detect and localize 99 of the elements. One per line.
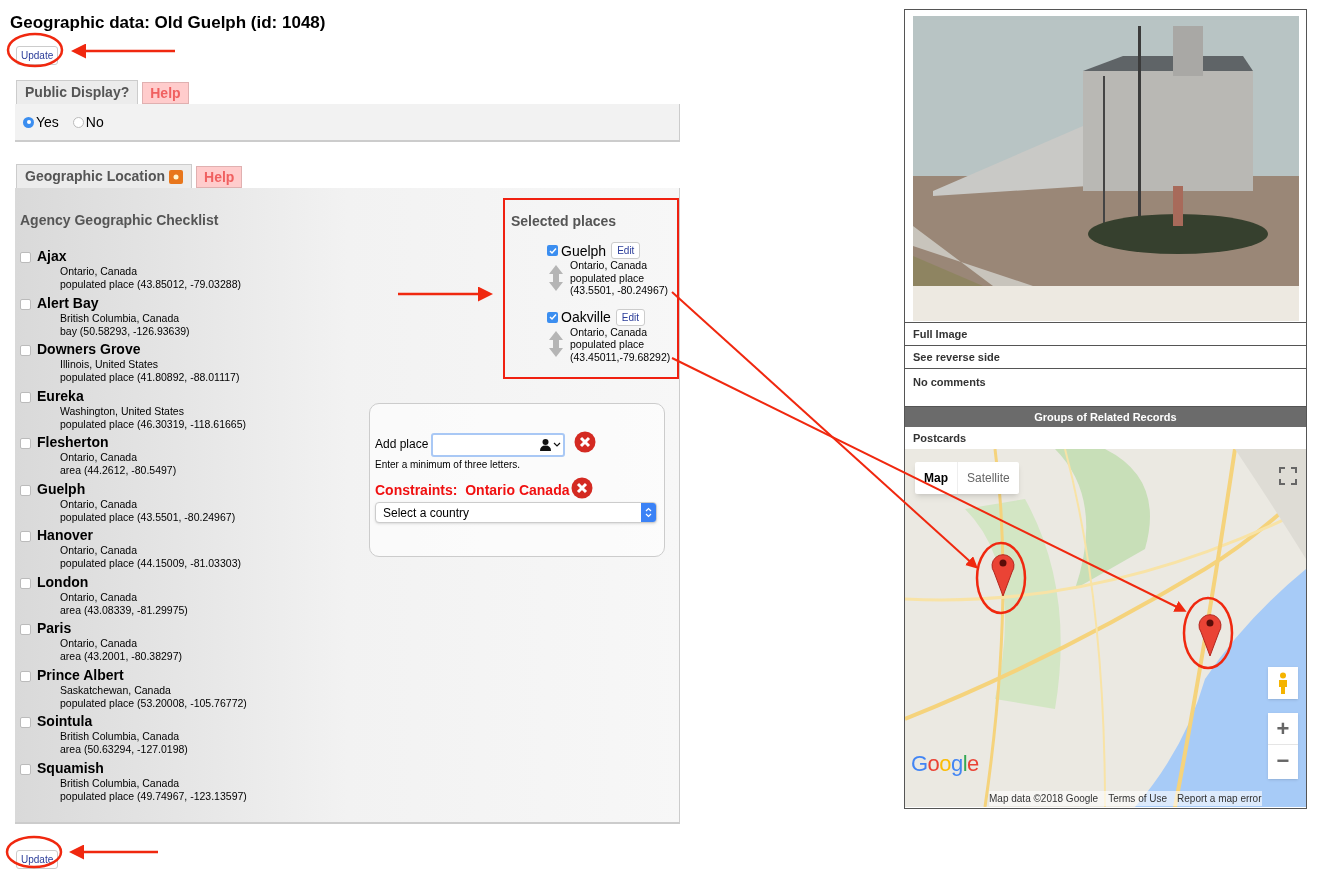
person-icon bbox=[1277, 672, 1289, 694]
selected-places-heading: Selected places bbox=[511, 212, 618, 231]
place-name: Flesherton bbox=[37, 433, 110, 451]
place-coordinates: (43.5501, -80.24967) bbox=[570, 284, 669, 297]
checkbox[interactable] bbox=[547, 245, 558, 256]
place-name: Guelph bbox=[37, 479, 87, 498]
edit-button[interactable]: Edit bbox=[615, 308, 646, 326]
drag-handle-icon[interactable] bbox=[549, 264, 563, 291]
place-region: Ontario, Canada bbox=[60, 265, 139, 278]
country-select[interactable]: Select a country bbox=[375, 502, 657, 523]
chevron-down-icon bbox=[553, 442, 562, 448]
place-type: populated place bbox=[570, 338, 646, 351]
checkbox[interactable] bbox=[20, 763, 31, 775]
map-type-tab[interactable]: Satellite bbox=[957, 462, 1019, 494]
place-name: Ajax bbox=[37, 247, 68, 265]
place-region: Ontario, Canada bbox=[60, 451, 139, 464]
place-region: British Columbia, Canada bbox=[60, 776, 181, 790]
place-detail: populated place (46.30319, -118.61665) bbox=[60, 417, 247, 431]
place-detail: populated place (43.5501, -80.24967) bbox=[60, 510, 236, 524]
place-name: Eureka bbox=[37, 386, 85, 405]
place-type: populated place bbox=[570, 271, 646, 284]
edit-button[interactable]: Edit bbox=[611, 242, 641, 259]
map-pin-icon bbox=[991, 552, 1015, 596]
record-link[interactable]: See reverse side bbox=[905, 346, 1306, 369]
place-region: Washington, United States bbox=[60, 404, 185, 418]
place-name: Alert Bay bbox=[37, 293, 100, 312]
checkbox[interactable] bbox=[20, 624, 31, 635]
page-title: Geographic data: Old Guelph (id: 1048) bbox=[10, 12, 327, 32]
place-detail: area (50.63294, -127.0198) bbox=[60, 743, 188, 756]
place-name: Prince Albert bbox=[37, 665, 125, 684]
constraints-label: Constraints: Ontario Canada bbox=[375, 481, 570, 500]
related-group-link[interactable]: Postcards bbox=[905, 427, 1306, 449]
place-region: British Columbia, Canada bbox=[60, 311, 181, 325]
place-detail: populated place (44.15009, -81.03303) bbox=[60, 557, 241, 570]
checkbox[interactable] bbox=[20, 438, 31, 449]
checkbox[interactable] bbox=[20, 577, 31, 589]
place-coordinates: (43.45011,-79.68292) bbox=[570, 350, 671, 363]
radio-option[interactable]: Yes bbox=[23, 111, 59, 133]
place-region: Ontario, Canada bbox=[60, 590, 139, 604]
checkbox[interactable] bbox=[20, 717, 31, 728]
place-name: Hanover bbox=[37, 526, 95, 544]
place-region: Saskatchewan, Canada bbox=[60, 683, 172, 697]
map-pin-icon bbox=[1198, 612, 1222, 656]
zoom-in-button[interactable]: + bbox=[1268, 713, 1298, 745]
place-detail: populated place (41.80892, -88.01117) bbox=[60, 371, 240, 384]
place-detail: bay (50.58293, -126.93639) bbox=[60, 324, 190, 338]
checkbox[interactable] bbox=[20, 252, 31, 263]
zoom-out-button[interactable]: − bbox=[1268, 745, 1298, 777]
checkbox[interactable] bbox=[20, 391, 31, 403]
add-place-label: Add place bbox=[375, 436, 429, 453]
map-logo: Google bbox=[911, 750, 979, 778]
place-region: Ontario, Canada bbox=[60, 544, 139, 557]
annotation-circle bbox=[6, 32, 64, 68]
place-name: Sointula bbox=[37, 712, 94, 730]
add-place-field[interactable] bbox=[431, 433, 566, 457]
terms-link[interactable]: Terms of Use bbox=[1108, 791, 1168, 806]
place-detail: populated place (49.74967, -123.13597) bbox=[60, 789, 247, 803]
clear-icon[interactable] bbox=[571, 477, 594, 499]
map-type-tab[interactable]: Map bbox=[915, 462, 957, 494]
street-view-button[interactable] bbox=[1268, 667, 1298, 699]
person-icon bbox=[539, 438, 553, 451]
place-name: Paris bbox=[37, 619, 73, 637]
drag-handle-icon[interactable] bbox=[549, 331, 563, 358]
place-name: Oakville bbox=[561, 309, 611, 325]
checkbox[interactable] bbox=[20, 298, 31, 310]
record-link[interactable]: Full Image bbox=[905, 323, 1306, 346]
checkbox[interactable] bbox=[20, 345, 31, 356]
place-region: Illinois, United States bbox=[60, 358, 160, 371]
checkbox[interactable] bbox=[20, 670, 31, 682]
update-button[interactable]: Update bbox=[16, 46, 59, 65]
place-name: Downers Grove bbox=[37, 340, 142, 358]
radio-option[interactable]: No bbox=[72, 111, 104, 133]
place-region: Ontario, Canada bbox=[60, 497, 139, 511]
place-name: Guelph bbox=[561, 242, 607, 259]
place-name: London bbox=[37, 572, 90, 591]
checkbox[interactable] bbox=[20, 531, 31, 542]
place-region: British Columbia, Canada bbox=[60, 730, 181, 743]
tab[interactable]: Public Display? bbox=[16, 80, 139, 104]
up-down-icon bbox=[645, 507, 652, 518]
fullscreen-icon[interactable] bbox=[1279, 467, 1297, 485]
place-detail: populated place (53.20008, -105.76772) bbox=[60, 696, 247, 710]
place-detail: populated place (43.85012, -79.03288) bbox=[60, 278, 241, 291]
map-attribution: Map data ©2018 Google bbox=[989, 792, 1099, 806]
annotation-circle bbox=[5, 835, 63, 869]
place-region: Ontario, Canada bbox=[570, 259, 649, 272]
checklist-heading: Agency Geographic Checklist bbox=[20, 211, 220, 230]
checkbox[interactable] bbox=[547, 311, 558, 323]
add-place-hint: Enter a minimum of three letters. bbox=[375, 458, 522, 472]
related-records-header: Groups of Related Records bbox=[905, 407, 1306, 427]
place-name: Squamish bbox=[37, 758, 105, 777]
place-detail: area (44.2612, -80.5497) bbox=[60, 464, 177, 477]
report-link[interactable]: Report a map error bbox=[1177, 791, 1262, 806]
tab[interactable]: Geographic Location bbox=[16, 164, 192, 188]
checkbox[interactable] bbox=[20, 484, 31, 496]
place-region: Ontario, Canada bbox=[60, 637, 139, 650]
place-region: Ontario, Canada bbox=[570, 325, 649, 338]
clear-icon[interactable] bbox=[574, 431, 597, 453]
place-detail: area (43.2001, -80.38297) bbox=[60, 650, 182, 663]
place-detail: area (43.08339, -81.29975) bbox=[60, 603, 188, 617]
